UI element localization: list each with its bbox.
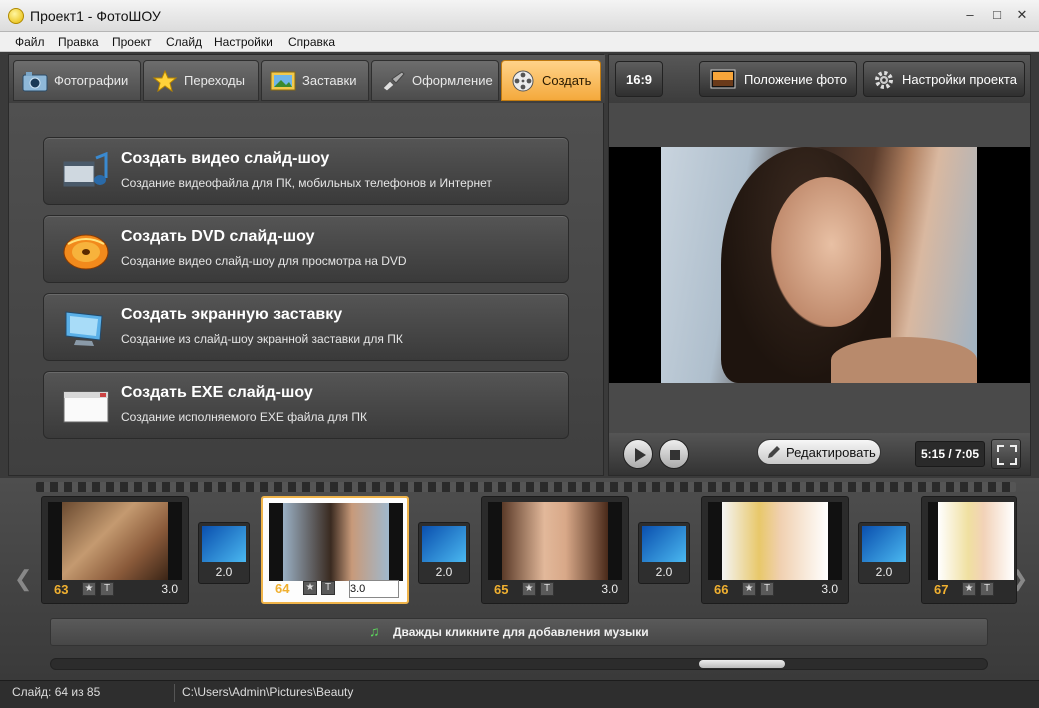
transition-image: [202, 526, 246, 562]
app-icon: [8, 8, 24, 24]
star-icon: [152, 69, 178, 93]
play-icon: [635, 448, 646, 462]
timeline-scrollbar[interactable]: [50, 658, 988, 670]
star-icon[interactable]: ★: [742, 582, 756, 596]
slide-image: [928, 502, 1014, 580]
stop-button[interactable]: [659, 439, 689, 469]
slide-counter: Слайд: 64 из 85: [12, 685, 101, 699]
transition-thumbnail[interactable]: 2.0: [198, 522, 250, 584]
camera-icon: [22, 70, 48, 92]
pencil-icon: [766, 444, 782, 463]
menu-edit[interactable]: Правка: [58, 35, 99, 49]
aspect-ratio-button[interactable]: 16:9: [615, 61, 663, 97]
create-options: Создать видео слайд-шоу Создание видеофа…: [9, 103, 603, 475]
menu-file[interactable]: Файл: [15, 35, 45, 49]
film-perforation: [36, 482, 1016, 492]
transition-image: [422, 526, 466, 562]
create-exe-button[interactable]: Создать EXE слайд-шоу Создание исполняем…: [43, 371, 569, 439]
tab-transitions[interactable]: Переходы: [143, 60, 259, 101]
window-icon: [62, 386, 110, 426]
maximize-button[interactable]: □: [987, 6, 1007, 24]
slide-thumbnail[interactable]: 66 ★ T 3.0: [701, 496, 849, 604]
slide-image: [269, 503, 403, 581]
transition-thumbnail[interactable]: 2.0: [638, 522, 690, 584]
text-icon[interactable]: T: [100, 582, 114, 596]
play-button[interactable]: [623, 439, 653, 469]
scroll-left-icon[interactable]: ❮: [14, 566, 32, 592]
text-icon[interactable]: T: [980, 582, 994, 596]
brush-icon: [380, 70, 406, 92]
tab-create[interactable]: Создать: [501, 60, 601, 101]
star-icon[interactable]: ★: [303, 581, 317, 595]
stop-icon: [670, 450, 680, 460]
film-reel-icon: [510, 70, 536, 92]
create-dvd-button[interactable]: Создать DVD слайд-шоу Создание видео сла…: [43, 215, 569, 283]
tab-photos[interactable]: Фотографии: [13, 60, 141, 101]
preview-image: [661, 147, 977, 383]
status-bar: Слайд: 64 из 85 C:\Users\Admin\Pictures\…: [0, 680, 1039, 708]
sunset-picture-icon: [710, 69, 736, 92]
edit-button[interactable]: Редактировать: [757, 439, 881, 465]
fullscreen-button[interactable]: [991, 439, 1021, 469]
slide-timeline: ❮ ❯ 63 ★ T 3.0 2.0 64 ★ T 2.0 65 ★ T: [0, 478, 1039, 680]
video-film-icon: [62, 151, 110, 192]
create-screensaver-button[interactable]: Создать экранную заставку Создание из сл…: [43, 293, 569, 361]
slide-image: [48, 502, 182, 580]
window-title: Проект1 - ФотоШОУ: [30, 8, 161, 24]
playback-time: 5:15 / 7:05: [915, 441, 985, 467]
text-icon[interactable]: T: [760, 582, 774, 596]
music-note-icon: ♫: [369, 623, 380, 639]
slide-image: [708, 502, 842, 580]
star-icon[interactable]: ★: [82, 582, 96, 596]
transition-thumbnail[interactable]: 2.0: [418, 522, 470, 584]
dvd-disc-icon: [62, 230, 110, 270]
slide-image: [488, 502, 622, 580]
slide-thumbnail[interactable]: 65 ★ T 3.0: [481, 496, 629, 604]
music-track[interactable]: ♫ Дважды кликните для добавления музыки: [50, 618, 988, 646]
text-icon[interactable]: T: [321, 581, 335, 595]
create-video-button[interactable]: Создать видео слайд-шоу Создание видеофа…: [43, 137, 569, 205]
photo-position-button[interactable]: Положение фото: [699, 61, 857, 97]
slide-thumbnail[interactable]: 67 ★ T: [921, 496, 1017, 604]
create-panel: Фотографии Переходы Заставки Оформление …: [8, 54, 605, 476]
transition-image: [642, 526, 686, 562]
playback-controls: Редактировать 5:15 / 7:05: [609, 433, 1030, 475]
star-icon[interactable]: ★: [962, 582, 976, 596]
close-button[interactable]: ✕: [1012, 6, 1032, 24]
menu-slide[interactable]: Слайд: [166, 35, 202, 49]
monitor-icon: [62, 308, 110, 348]
menu-bar: Файл Правка Проект Слайд Настройки Справ…: [0, 32, 1039, 52]
picture-icon: [270, 70, 296, 92]
slide-thumbnail-selected[interactable]: 64 ★ T: [261, 496, 409, 604]
duration-spinner[interactable]: [349, 580, 399, 598]
preview-panel: 16:9 Положение фото Настройки проекта Ре…: [608, 54, 1031, 476]
transition-image: [862, 526, 906, 562]
scrollbar-thumb[interactable]: [699, 660, 785, 668]
preview-toolbar: 16:9 Положение фото Настройки проекта: [609, 55, 1030, 103]
preview-photo[interactable]: [609, 147, 1030, 383]
tab-design[interactable]: Оформление: [371, 60, 499, 101]
tab-intros[interactable]: Заставки: [261, 60, 369, 101]
star-icon[interactable]: ★: [522, 582, 536, 596]
menu-help[interactable]: Справка: [288, 35, 335, 49]
menu-settings[interactable]: Настройки: [214, 35, 273, 49]
folder-path: C:\Users\Admin\Pictures\Beauty: [182, 685, 354, 699]
fullscreen-icon: [997, 445, 1017, 465]
text-icon[interactable]: T: [540, 582, 554, 596]
project-settings-button[interactable]: Настройки проекта: [863, 61, 1025, 97]
title-bar: Проект1 - ФотоШОУ – □ ✕: [0, 0, 1039, 32]
slide-thumbnail[interactable]: 63 ★ T 3.0: [41, 496, 189, 604]
transition-thumbnail[interactable]: 2.0: [858, 522, 910, 584]
gear-icon: [874, 70, 894, 93]
menu-project[interactable]: Проект: [112, 35, 152, 49]
minimize-button[interactable]: –: [960, 6, 980, 24]
tab-bar: Фотографии Переходы Заставки Оформление …: [9, 55, 605, 103]
